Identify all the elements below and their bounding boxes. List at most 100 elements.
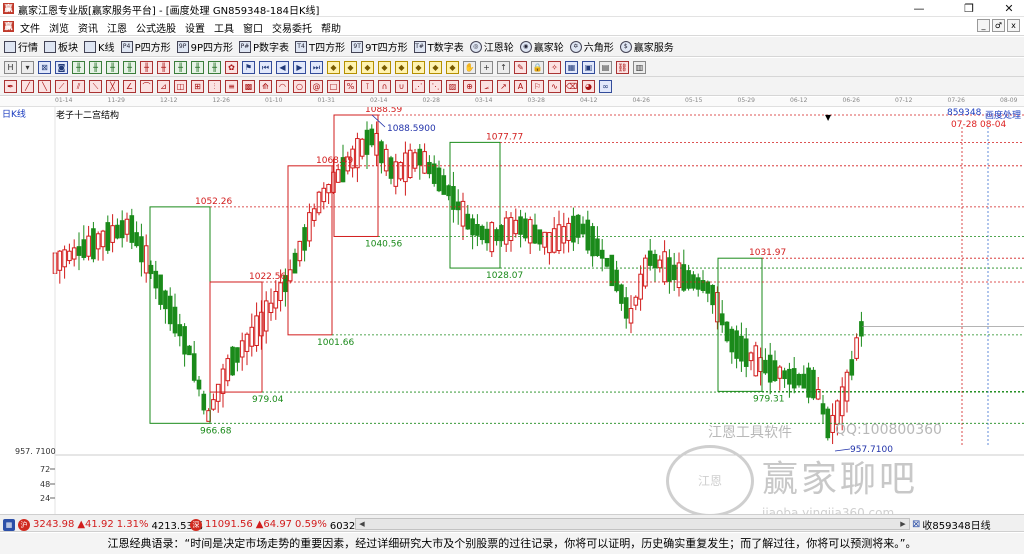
magic-icon[interactable]: ✧ [548,60,561,74]
chevron-down-icon[interactable]: ▼ [825,113,831,122]
mdi-button-0[interactable]: _ [977,19,990,32]
diamond-1-icon[interactable]: ◆ [327,60,340,74]
kline-4-icon[interactable]: ╫ [123,60,136,74]
wave-icon[interactable]: ∿ [548,79,561,93]
gann-box-icon[interactable]: ▨ [446,79,459,93]
angle-icon[interactable]: ⦟ [480,79,493,93]
line-2-icon[interactable]: ╲ [38,79,51,93]
menu-item-5[interactable]: 设置 [185,20,205,35]
line-5-icon[interactable]: ⟍ [89,79,102,93]
kline-6-icon[interactable]: ╫ [157,60,170,74]
line-1-icon[interactable]: ╱ [21,79,34,93]
period-dropdown-icon[interactable]: ▾ [21,60,34,74]
info-icon[interactable]: ▥ [633,60,646,74]
cycle2-icon[interactable]: ∪ [395,79,408,93]
toolbar-item-5[interactable]: P# P数字表 [239,39,289,54]
kline-2-icon[interactable]: ╫ [89,60,102,74]
palette-icon[interactable]: ◕ [582,79,595,93]
toolbar-item-0[interactable]: 行情 [4,39,38,54]
text-icon[interactable]: A [514,79,527,93]
toolbar-item-8[interactable]: T# T数字表 [413,39,464,54]
spiral-icon[interactable]: @ [310,79,323,93]
fan-icon[interactable]: ⟰ [259,79,272,93]
kline-3-icon[interactable]: ╫ [106,60,119,74]
mark-icon[interactable]: ⚐ [531,79,544,93]
document-icon[interactable]: 赢 [3,21,14,32]
sh-index[interactable]: ▦ 沪 3243.98 ▲41.92 1.31% 4213.53亿 [3,517,203,532]
square9-icon[interactable]: ⊕ [463,79,476,93]
kline-chart[interactable]: 1088.59 1077.77 1068.49 1052.26 1031.97 1022.… [0,107,1024,520]
scroll-right-icon[interactable]: ▶ [897,519,909,529]
diamond-4-icon[interactable]: ◆ [378,60,391,74]
indicator-icon[interactable]: ✿ [225,60,238,74]
sz-index[interactable]: 深 11091.56 ▲64.97 0.59% 6032.32亿 [190,517,381,532]
line-4-icon[interactable]: ⫽ [72,79,85,93]
line-3-icon[interactable]: ⟋ [55,79,68,93]
menu-item-3[interactable]: 江恩 [107,20,127,35]
nav-next-icon[interactable]: ▶ [293,60,306,74]
lock-icon[interactable]: 🔒 [531,60,544,74]
link-icon[interactable]: ⛓ [616,60,629,74]
menu-item-1[interactable]: 浏览 [49,20,69,35]
toolbar-item-2[interactable]: K线 [84,39,115,54]
print-icon[interactable]: ▤ [599,60,612,74]
chart-type-icon[interactable]: ⊠ [38,60,51,74]
restore-button[interactable]: ❐ [954,0,984,17]
cycle-icon[interactable]: ∩ [378,79,391,93]
gann-fan-icon[interactable]: ⋱ [429,79,442,93]
line-12-icon[interactable]: ⫶ [208,79,221,93]
line-8-icon[interactable]: ⌒ [140,79,153,93]
menu-item-2[interactable]: 资讯 [78,20,98,35]
percent-icon[interactable]: % [344,79,357,93]
arc-icon[interactable]: ◠ [276,79,289,93]
diamond-8-icon[interactable]: ◆ [446,60,459,74]
hand-icon[interactable]: ✋ [463,60,476,74]
kline-5-icon[interactable]: ╫ [140,60,153,74]
menu-item-8[interactable]: 交易委托 [272,20,312,35]
diamond-7-icon[interactable]: ◆ [429,60,442,74]
close-button[interactable]: ✕ [994,0,1024,17]
diamond-2-icon[interactable]: ◆ [344,60,357,74]
kline-9-icon[interactable]: ╫ [208,60,221,74]
nav-prev-icon[interactable]: ◀ [276,60,289,74]
line-9-icon[interactable]: ⊿ [157,79,170,93]
period-h-icon[interactable]: H [4,60,17,74]
menu-item-9[interactable]: 帮助 [321,20,341,35]
diamond-5-icon[interactable]: ◆ [395,60,408,74]
kline-1-icon[interactable]: ╫ [72,60,85,74]
kline-7-icon[interactable]: ╫ [174,60,187,74]
diamond-3-icon[interactable]: ◆ [361,60,374,74]
period-label[interactable]: 日K线 [2,107,26,120]
line-10-icon[interactable]: ◫ [174,79,187,93]
time-icon[interactable]: ⊺ [361,79,374,93]
horizontal-scrollbar[interactable]: ◀ ▶ [355,518,910,530]
fib-icon[interactable]: ≡ [225,79,238,93]
infinity-icon[interactable]: ∞ [599,79,612,93]
toolbar-item-7[interactable]: 9T 9T四方形 [351,39,408,54]
erase-icon[interactable]: ⌫ [565,79,578,93]
toolbar-item-9[interactable]: ◎ 江恩轮 [469,39,514,54]
diamond-6-icon[interactable]: ◆ [412,60,425,74]
scroll-left-icon[interactable]: ◀ [356,519,368,529]
toolbar-item-6[interactable]: T4 T四方形 [295,39,345,54]
toolbar-item-1[interactable]: 板块 [44,39,78,54]
toolbar-item-11[interactable]: ✡ 六角形 [569,39,614,54]
flag-icon[interactable]: ⚑ [242,60,255,74]
cross-icon[interactable]: + [480,60,493,74]
mdi-button-1[interactable]: ♂ [992,19,1005,32]
kline-8-icon[interactable]: ╫ [191,60,204,74]
menu-item-0[interactable]: 文件 [20,20,40,35]
calc-icon[interactable]: ▦ [565,60,578,74]
line-11-icon[interactable]: ⊞ [191,79,204,93]
rect-icon[interactable]: □ [327,79,340,93]
nav-last-icon[interactable]: ⏭ [310,60,323,74]
line-6-icon[interactable]: ╳ [106,79,119,93]
grid-draw-icon[interactable]: ▩ [242,79,255,93]
menu-item-6[interactable]: 工具 [214,20,234,35]
toolbar-item-12[interactable]: $ 赢家服务 [619,39,674,54]
line-7-icon[interactable]: ∠ [123,79,136,93]
circle-icon[interactable]: ○ [293,79,306,93]
toolbar-item-3[interactable]: P4 P四方形 [120,39,171,54]
fund-icon[interactable]: ◙ [55,60,68,74]
ray-icon[interactable]: ↗ [497,79,510,93]
